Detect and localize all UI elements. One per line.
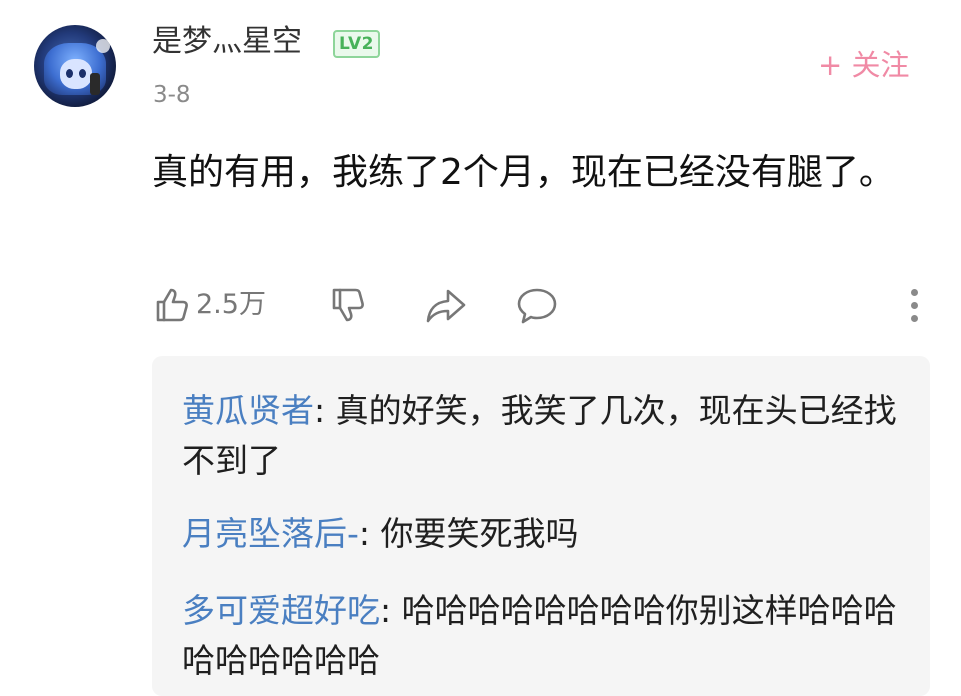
thumb-up-icon xyxy=(156,288,188,322)
avatar-eye-right xyxy=(79,69,86,78)
reply-separator: : xyxy=(314,391,336,430)
reply-separator: : xyxy=(358,514,381,553)
follow-button[interactable]: + 关注 xyxy=(818,45,910,85)
like-button[interactable]: 2.5万 xyxy=(152,285,266,325)
comment-text: 真的有用，我练了2个月，现在已经没有腿了。 xyxy=(152,152,895,193)
reply-button[interactable] xyxy=(515,286,559,326)
reply-item[interactable]: 月亮坠落后-: 你要笑死我吗 xyxy=(182,509,902,559)
more-dot xyxy=(911,289,918,296)
comment-icon xyxy=(517,288,557,324)
avatar-eye-left xyxy=(66,69,73,78)
reply-author[interactable]: 黄瓜贤者 xyxy=(182,391,314,430)
more-dot xyxy=(911,302,918,309)
username[interactable]: 是梦灬星空 xyxy=(152,22,302,62)
reply-text: 你要笑死我吗 xyxy=(380,514,579,553)
more-dot xyxy=(911,315,918,322)
avatar[interactable] xyxy=(34,25,116,107)
reply-item[interactable]: 黄瓜贤者: 真的好笑，我笑了几次，现在头已经找不到了 xyxy=(182,386,902,486)
dislike-button[interactable] xyxy=(330,285,372,325)
comment-date: 3-8 xyxy=(153,82,191,108)
replies-panel: 黄瓜贤者: 真的好笑，我笑了几次，现在头已经找不到了 月亮坠落后-: 你要笑死我… xyxy=(152,356,930,696)
reply-author[interactable]: 多可爱超好吃 xyxy=(182,591,380,630)
reply-item[interactable]: 多可爱超好吃: 哈哈哈哈哈哈哈哈你别这样哈哈哈哈哈哈哈哈哈 xyxy=(182,586,902,686)
thumb-down-icon xyxy=(332,288,364,322)
share-button[interactable] xyxy=(424,287,468,325)
avatar-face xyxy=(60,59,92,89)
reply-author[interactable]: 月亮坠落后- xyxy=(182,514,359,553)
avatar-hand xyxy=(90,73,100,95)
avatar-glow xyxy=(96,39,110,53)
reply-separator: : xyxy=(380,591,402,630)
like-count: 2.5万 xyxy=(196,289,266,320)
more-vertical-icon[interactable] xyxy=(904,287,924,325)
share-icon xyxy=(426,289,466,323)
level-badge: LV2 xyxy=(333,30,380,58)
